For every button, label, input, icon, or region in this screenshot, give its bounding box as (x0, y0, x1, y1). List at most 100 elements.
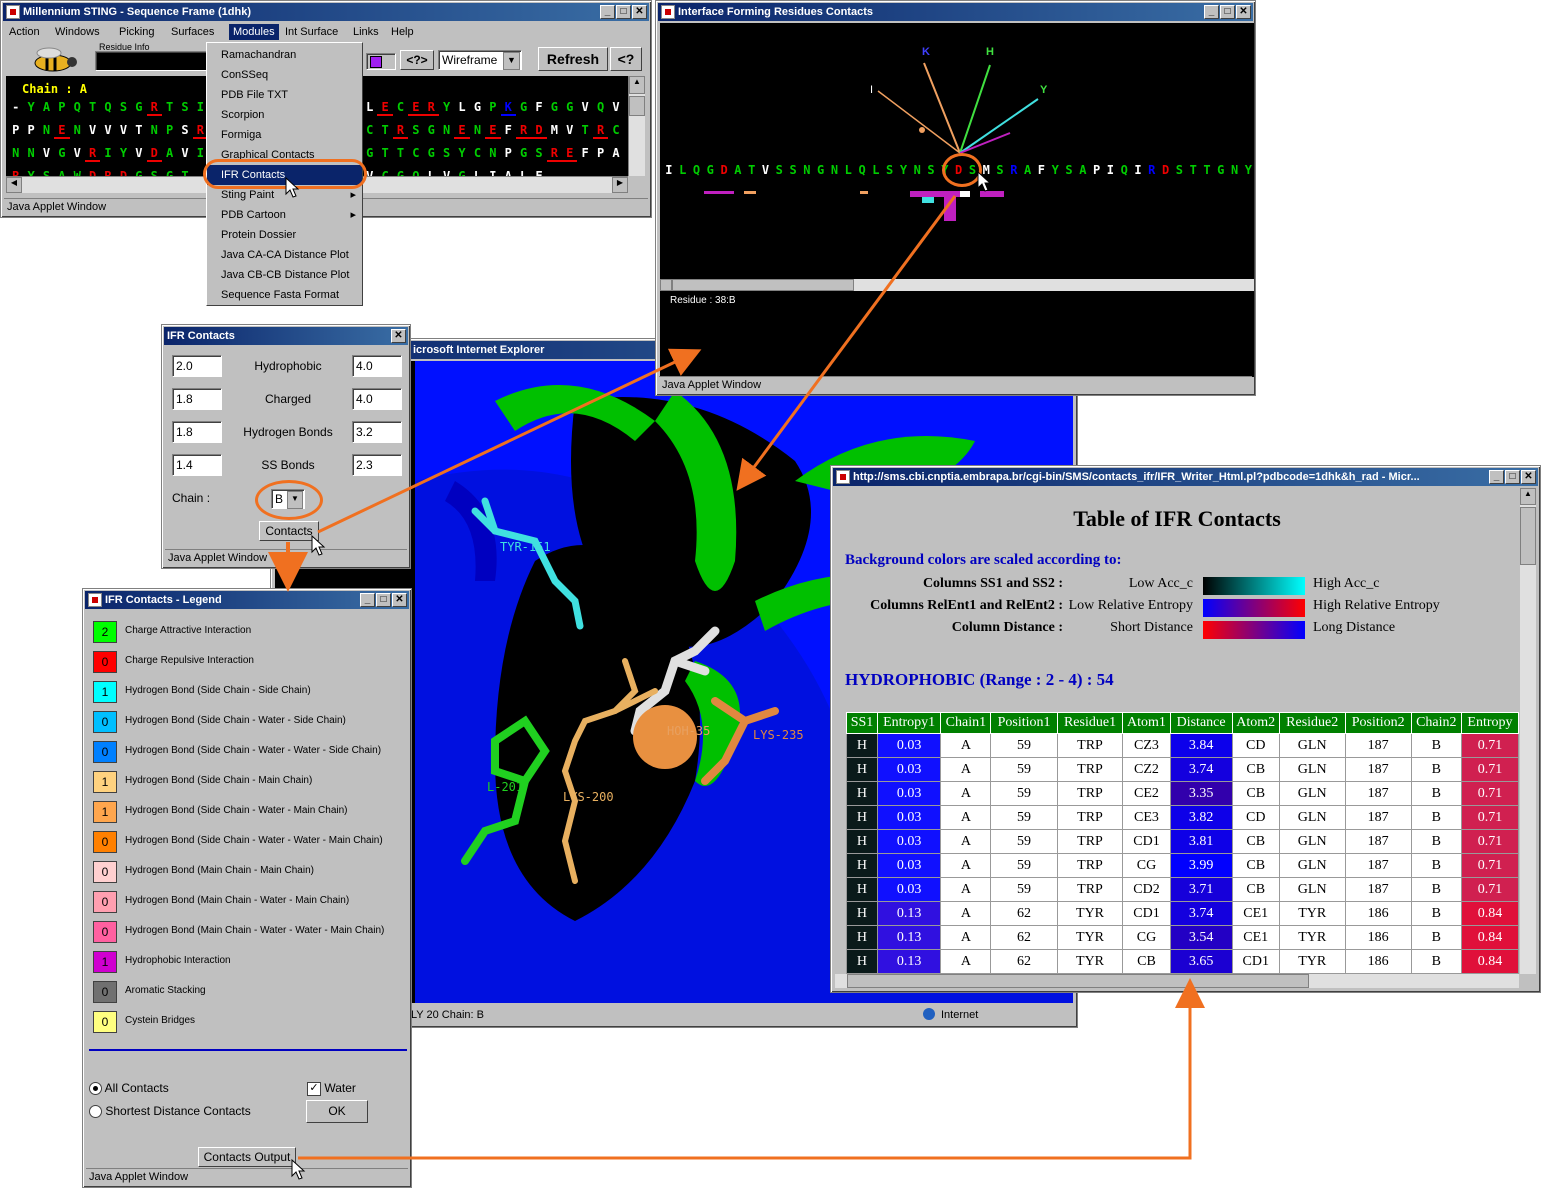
residue-info-field[interactable] (95, 51, 209, 71)
table-cell: 0.71 (1460, 757, 1519, 782)
ifr-canvas[interactable]: K H I Y ILQGDATVSSNGNLQLSYNSYDSMSRAFYSAP… (660, 23, 1254, 279)
minimize-button[interactable]: _ (600, 5, 615, 19)
ifr-titlebar[interactable]: Interface Forming Residues Contacts _ □ … (658, 3, 1253, 21)
menu-item[interactable]: Formiga (207, 125, 362, 145)
contacts-button[interactable]: Contacts (259, 521, 319, 541)
ifr-hscroll[interactable] (660, 279, 1254, 291)
ifr-contacts-graph: K H I Y (704, 46, 1048, 221)
html-titlebar[interactable]: http://sms.cbi.cnptia.embrapa.br/cgi-bin… (833, 468, 1538, 486)
menu-action[interactable]: Action (5, 24, 44, 40)
contacts-output-button[interactable]: Contacts Output (198, 1147, 296, 1167)
menu-item[interactable]: PDB File TXT (207, 85, 362, 105)
ok-button[interactable]: OK (306, 1100, 368, 1123)
table-cell: CE3 (1122, 805, 1171, 830)
menu-int-surface[interactable]: Int Surface (281, 24, 342, 40)
radio-checked-icon[interactable] (89, 1082, 102, 1096)
legend-item: 1 Hydrogen Bond (Side Chain - Water - Mai… (93, 801, 411, 825)
close-button[interactable]: ✕ (392, 593, 407, 607)
legend-label: Hydrogen Bond (Side Chain - Main Chain) (125, 775, 313, 786)
table-cell: H (846, 757, 878, 782)
checkbox-checked-icon[interactable]: ✓ (307, 1081, 321, 1096)
maximize-button[interactable]: □ (376, 593, 391, 607)
minimize-button[interactable]: _ (1489, 470, 1504, 484)
all-contacts-radio[interactable]: All Contacts (89, 1081, 169, 1096)
table-cell: 59 (990, 757, 1058, 782)
column-header: Chain2 (1410, 712, 1462, 734)
bg-note: Background colors are scaled according t… (845, 552, 1122, 568)
menu-item[interactable]: Sequence Fasta Format (207, 285, 362, 305)
menu-item[interactable]: Scorpion (207, 105, 362, 125)
help-button[interactable]: <?> (400, 50, 434, 70)
vertical-scrollbar[interactable]: ▲ (628, 76, 645, 176)
table-cell: 0.03 (876, 853, 942, 878)
min-threshold-input[interactable]: 1.8 (172, 388, 222, 410)
table-cell: CG (1122, 853, 1171, 878)
max-threshold-input[interactable]: 4.0 (352, 355, 402, 377)
menu-surfaces[interactable]: Surfaces (167, 24, 218, 40)
max-threshold-input[interactable]: 3.2 (352, 421, 402, 443)
ifr-contacts-titlebar[interactable]: IFR Contacts ✕ (164, 327, 408, 345)
table-cell: TYR (1278, 901, 1346, 926)
menu-item[interactable]: Protein Dossier (207, 225, 362, 245)
table-cell: 187 (1344, 829, 1412, 854)
column-header: Distance (1169, 712, 1233, 734)
menu-item[interactable]: PDB Cartoon ▸ (207, 205, 362, 225)
sequence-frame-titlebar[interactable]: Millennium STING - Sequence Frame (1dhk)… (3, 3, 649, 21)
close-button[interactable]: ✕ (1521, 470, 1536, 484)
html-hscroll[interactable] (835, 974, 1519, 988)
close-button[interactable]: ✕ (1236, 5, 1251, 19)
maximize-button[interactable]: □ (1505, 470, 1520, 484)
max-threshold-input[interactable]: 4.0 (352, 388, 402, 410)
water-checkbox[interactable]: ✓ Water (307, 1081, 356, 1096)
legend-titlebar[interactable]: IFR Contacts - Legend _ □ ✕ (85, 591, 409, 609)
help2-button[interactable]: <? (610, 47, 642, 71)
menu-item[interactable]: ConSSeq (207, 65, 362, 85)
menu-item[interactable]: Java CB-CB Distance Plot (207, 265, 362, 285)
menu-item[interactable]: Java CA-CA Distance Plot (207, 245, 362, 265)
table-cell: CD (1231, 733, 1280, 758)
table-cell: CG (1122, 925, 1171, 950)
close-button[interactable]: ✕ (391, 329, 406, 343)
minimize-button[interactable]: _ (1204, 5, 1219, 19)
close-button[interactable]: ✕ (632, 5, 647, 19)
table-cell: 187 (1344, 805, 1412, 830)
chevron-down-icon[interactable]: ▼ (503, 52, 520, 70)
table-cell: H (846, 877, 878, 902)
color-swatch[interactable] (366, 53, 396, 88)
table-cell: 0.13 (876, 949, 942, 974)
min-threshold-input[interactable]: 1.8 (172, 421, 222, 443)
bee-logo (9, 45, 89, 75)
menu-links[interactable]: Links (349, 24, 383, 40)
table-cell: 62 (990, 901, 1058, 926)
table-cell: 0.13 (876, 925, 942, 950)
table-cell: B (1410, 781, 1462, 806)
min-threshold-input[interactable]: 2.0 (172, 355, 222, 377)
min-threshold-input[interactable]: 1.4 (172, 454, 222, 476)
menu-windows[interactable]: Windows (51, 24, 104, 40)
sequence-row: CTRSGNENEFRDMVTRC (366, 123, 620, 139)
html-vscroll[interactable]: ▲ (1520, 488, 1536, 974)
table-cell: H (846, 781, 878, 806)
radio-icon[interactable] (89, 1105, 102, 1119)
menu-item[interactable]: Ramachandran (207, 45, 362, 65)
maximize-button[interactable]: □ (616, 5, 631, 19)
menu-help[interactable]: Help (387, 24, 418, 40)
legend-label: Cystein Bridges (125, 1015, 196, 1026)
table-cell: 0.13 (876, 901, 942, 926)
menu-modules[interactable]: Modules (229, 24, 279, 40)
render-mode-select[interactable]: Wireframe ▼ (438, 50, 522, 70)
maximize-button[interactable]: □ (1220, 5, 1235, 19)
refresh-button[interactable]: Refresh (538, 47, 608, 71)
table-cell: A (940, 805, 992, 830)
scale-low: Short Distance (1110, 620, 1193, 635)
menu-picking[interactable]: Picking (115, 24, 158, 40)
minimize-button[interactable]: _ (360, 593, 375, 607)
shortest-contacts-radio[interactable]: Shortest Distance Contacts (89, 1104, 251, 1119)
residue-highlight (942, 153, 982, 187)
table-cell: TRP (1056, 757, 1124, 782)
legend-count-badge: 0 (93, 651, 117, 673)
max-threshold-input[interactable]: 2.3 (352, 454, 402, 476)
table-cell: 186 (1344, 901, 1412, 926)
table-cell: B (1410, 925, 1462, 950)
residue-panel: Residue : 38:B (660, 291, 1254, 377)
